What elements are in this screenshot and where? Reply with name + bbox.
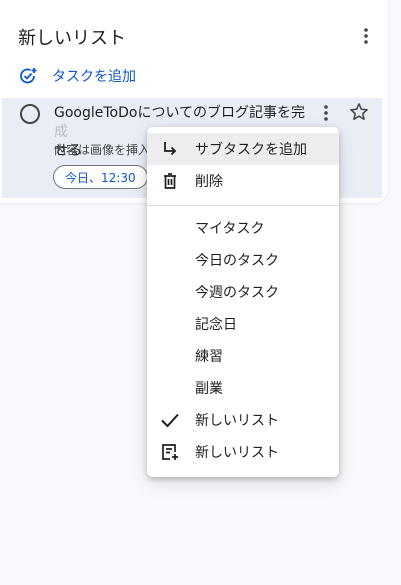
add-task-icon [20, 68, 37, 84]
due-date-chip[interactable]: 今日、12:30 [53, 165, 148, 189]
trash-icon [160, 171, 180, 191]
menu-item-label: 今日のタスク [195, 253, 279, 269]
task-notes: 内容は画像を挿入 [54, 143, 151, 157]
subdirectory-arrow-icon [160, 139, 180, 159]
task-title-text: GoogleToDoについてのブログ記事を完 [54, 105, 306, 121]
menu-item-add-subtask[interactable]: サブタスクを追加 [147, 133, 339, 165]
menu-list-anniversary[interactable]: 記念日 [147, 308, 339, 340]
menu-item-label: サブタスクを追加 [195, 142, 307, 158]
menu-item-label: マイタスク [195, 221, 265, 237]
task-title-faded: 成 [54, 124, 68, 140]
menu-list-practice[interactable]: 練習 [147, 340, 339, 372]
task-options-menu: サブタスクを追加 削除 マイタスク 今日のタスク 今週のタスク 記念日 練習 副… [147, 127, 339, 477]
menu-item-delete[interactable]: 削除 [147, 165, 339, 197]
more-vert-icon [364, 28, 368, 44]
check-icon [160, 410, 180, 430]
menu-item-label: 練習 [195, 349, 223, 365]
menu-item-label: 記念日 [195, 317, 237, 333]
menu-item-label: 副業 [195, 381, 223, 397]
menu-item-label: 新しいリスト [195, 445, 279, 461]
task-more-options-button[interactable] [314, 101, 338, 125]
task-complete-radio[interactable] [20, 104, 40, 124]
new-list-icon [160, 442, 180, 462]
star-icon[interactable] [348, 101, 370, 123]
menu-list-my-tasks[interactable]: マイタスク [147, 212, 339, 244]
menu-list-new-list-current[interactable]: 新しいリスト [147, 404, 339, 436]
menu-item-label: 今週のタスク [195, 285, 279, 301]
menu-item-label: 削除 [195, 174, 223, 190]
menu-create-new-list[interactable]: 新しいリスト [147, 436, 339, 468]
more-vert-icon [324, 105, 328, 121]
list-more-options-button[interactable] [354, 24, 378, 48]
add-task-button[interactable]: タスクを追加 [18, 66, 136, 86]
list-title: 新しいリスト [18, 28, 126, 49]
menu-list-this-week[interactable]: 今週のタスク [147, 276, 339, 308]
menu-list-side-job[interactable]: 副業 [147, 372, 339, 404]
menu-list-today[interactable]: 今日のタスク [147, 244, 339, 276]
add-task-label: タスクを追加 [52, 69, 136, 85]
menu-item-label: 新しいリスト [195, 413, 279, 429]
menu-divider [147, 205, 339, 206]
